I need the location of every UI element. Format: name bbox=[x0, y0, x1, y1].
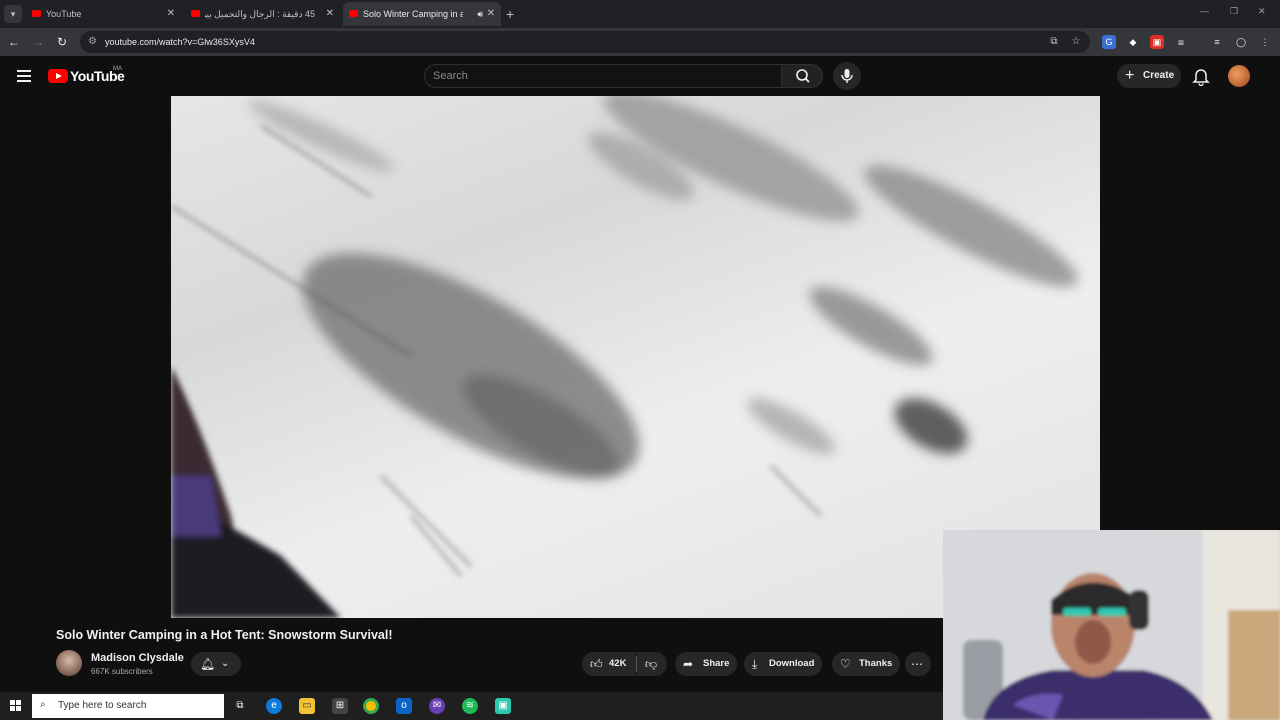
close-tab-icon[interactable]: ✕ bbox=[487, 2, 495, 26]
site-info-icon[interactable]: ⚙ bbox=[88, 36, 100, 48]
more-actions-button[interactable]: ⋯ bbox=[905, 652, 931, 676]
browser-tab-strip: ▾ YouTube ✕ 45 دقيقة : الرجال والتحميل ب… bbox=[0, 0, 1280, 28]
windows-taskbar: ⌕ Type here to search ⧉ e ▭ ⊞ o ✉ ≋ ▣ bbox=[0, 692, 943, 720]
tab-title: Solo Winter Camping in a Hot bbox=[363, 9, 463, 19]
profile-icon[interactable]: ◯ bbox=[1234, 35, 1248, 49]
super-thanks-icon: ♡ bbox=[840, 657, 851, 671]
tab-arabic-video[interactable]: 45 دقيقة : الرجال والتحميل بين الـ... ✕ bbox=[185, 2, 340, 26]
translate-extension-icon[interactable]: G bbox=[1102, 35, 1116, 49]
bell-icon: 🔔︎ bbox=[200, 657, 216, 671]
webcam-person-image bbox=[943, 530, 1280, 720]
search-icon: ⌕ bbox=[40, 699, 46, 710]
microsoft-store-icon[interactable]: ⊞ bbox=[332, 698, 348, 714]
extensions-puzzle-icon[interactable]: ⧈ bbox=[1174, 35, 1188, 49]
bookmark-star-icon[interactable]: ☆ bbox=[1070, 36, 1082, 48]
close-tab-icon[interactable]: ✕ bbox=[326, 2, 334, 26]
guide-menu-icon[interactable] bbox=[17, 70, 31, 82]
tab-solo-winter-camping[interactable]: Solo Winter Camping in a Hot 🔊︎ ✕ bbox=[343, 2, 501, 26]
share-button[interactable]: ➦ Share bbox=[675, 652, 737, 676]
tab-title: 45 دقيقة : الرجال والتحميل بين الـ... bbox=[205, 9, 315, 19]
chevron-down-icon: ⌄ bbox=[221, 658, 230, 669]
app-teal-icon[interactable]: ▣ bbox=[495, 698, 511, 714]
tab-youtube[interactable]: YouTube ✕ bbox=[26, 2, 181, 26]
channel-avatar[interactable] bbox=[56, 650, 82, 676]
chrome-icon[interactable] bbox=[363, 698, 379, 714]
outlook-icon[interactable]: o bbox=[396, 698, 412, 714]
country-code: MA bbox=[113, 66, 122, 72]
taskbar-search-placeholder: Type here to search bbox=[58, 700, 147, 711]
share-arrow-icon: ➦ bbox=[683, 657, 694, 671]
thanks-label: Thanks bbox=[859, 658, 893, 669]
webcam-overlay bbox=[943, 530, 1280, 720]
search-icon bbox=[796, 69, 810, 83]
taskbar-search[interactable]: ⌕ Type here to search bbox=[32, 694, 224, 718]
install-app-icon[interactable]: ⧉ bbox=[1048, 36, 1060, 48]
subscriber-count: 667K subscribers bbox=[91, 667, 153, 676]
account-avatar[interactable] bbox=[1228, 65, 1250, 87]
back-icon[interactable]: ← bbox=[6, 34, 22, 50]
extension-red-icon[interactable]: ▣ bbox=[1150, 35, 1164, 49]
extension-diamond-icon[interactable]: ◆ bbox=[1126, 35, 1140, 49]
search-input[interactable] bbox=[433, 65, 773, 87]
task-view-icon[interactable]: ⧉ bbox=[232, 698, 248, 714]
create-button[interactable]: + Create bbox=[1117, 64, 1181, 88]
forward-icon[interactable]: → bbox=[30, 34, 46, 50]
notifications-bell-icon[interactable] bbox=[1192, 66, 1210, 87]
download-label: Download bbox=[769, 658, 815, 669]
thumbs-down-icon: 👎︎ bbox=[645, 657, 658, 671]
video-title: Solo Winter Camping in a Hot Tent: Snows… bbox=[56, 628, 393, 642]
plus-icon: + bbox=[1125, 67, 1135, 84]
tab-title: YouTube bbox=[46, 9, 82, 19]
download-button[interactable]: ⤓ Download bbox=[744, 652, 822, 676]
thumbs-up-icon: 👍︎ bbox=[590, 657, 603, 671]
thanks-button[interactable]: ♡ Thanks bbox=[832, 652, 900, 676]
spotify-icon[interactable]: ≋ bbox=[462, 698, 478, 714]
minimize-icon[interactable]: — bbox=[1200, 6, 1209, 16]
dislike-button[interactable]: 👎︎ bbox=[637, 652, 667, 676]
tab-search-menu-button[interactable]: ▾ bbox=[4, 5, 22, 23]
reload-icon[interactable]: ↻ bbox=[54, 34, 70, 50]
youtube-header: YouTube MA + Create bbox=[0, 56, 1280, 96]
messenger-icon[interactable]: ✉ bbox=[429, 698, 445, 714]
windows-start-icon[interactable] bbox=[10, 700, 22, 712]
like-count: 42K bbox=[609, 658, 627, 669]
browser-toolbar: ← → ↻ ⚙ youtube.com/watch?v=Glw36SXysV4 … bbox=[0, 28, 1280, 56]
edge-browser-icon[interactable]: e bbox=[266, 698, 282, 714]
microphone-icon bbox=[841, 69, 853, 83]
close-window-icon[interactable]: ✕ bbox=[1258, 6, 1266, 17]
url-text[interactable]: youtube.com/watch?v=Glw36SXysV4 bbox=[105, 31, 255, 53]
youtube-favicon-icon bbox=[349, 10, 358, 17]
close-tab-icon[interactable]: ✕ bbox=[167, 2, 175, 26]
new-tab-button[interactable]: + bbox=[506, 4, 520, 24]
file-explorer-icon[interactable]: ▭ bbox=[299, 698, 315, 714]
media-control-icon[interactable]: ≡ bbox=[1210, 35, 1224, 49]
maximize-icon[interactable]: ❐ bbox=[1230, 6, 1238, 17]
more-horizontal-icon: ⋯ bbox=[911, 657, 923, 671]
create-label: Create bbox=[1143, 70, 1175, 81]
youtube-logo-icon[interactable] bbox=[48, 69, 68, 83]
search-button[interactable] bbox=[781, 64, 823, 88]
audio-playing-icon[interactable]: 🔊︎ bbox=[477, 2, 483, 26]
download-icon: ⤓ bbox=[752, 657, 758, 671]
address-bar[interactable]: ⚙ youtube.com/watch?v=Glw36SXysV4 ⧉ ☆ bbox=[80, 31, 1090, 53]
like-button[interactable]: 👍︎ 42K bbox=[582, 652, 636, 676]
channel-name[interactable]: Madison Clysdale bbox=[91, 652, 184, 664]
search-box[interactable] bbox=[424, 64, 782, 88]
voice-search-button[interactable] bbox=[833, 62, 861, 90]
youtube-favicon-icon bbox=[191, 10, 200, 17]
browser-menu-icon[interactable]: ⋮ bbox=[1258, 35, 1272, 49]
share-label: Share bbox=[703, 658, 730, 669]
subscribed-notifications-button[interactable]: 🔔︎ ⌄ bbox=[191, 652, 241, 676]
youtube-favicon-icon bbox=[32, 10, 41, 17]
